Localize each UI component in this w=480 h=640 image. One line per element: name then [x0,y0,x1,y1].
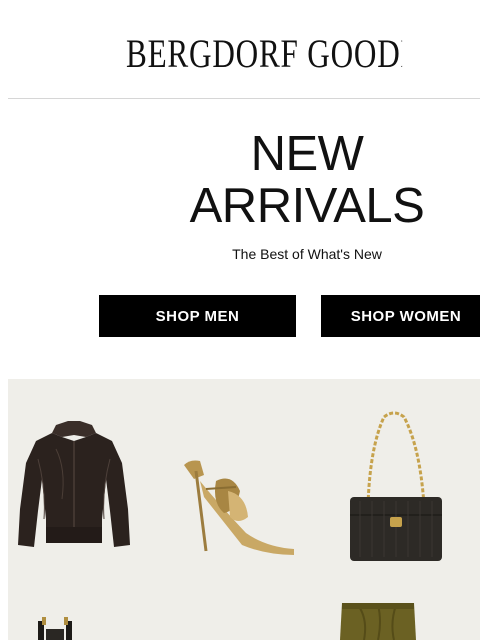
shop-women-button[interactable]: SHOP WOMEN [321,295,480,337]
olive-skirt-image[interactable] [338,601,418,640]
hero-title-line2: ARRIVALS [189,179,425,233]
header: BERGDORF GOODMAN [0,0,480,98]
brand-logo[interactable]: BERGDORF GOODMAN [126,30,402,78]
leather-jacket-image[interactable] [16,419,132,553]
black-gold-item-image[interactable] [32,615,80,640]
hero-title-line1: NEW [250,127,364,181]
gold-sandal-image[interactable] [176,451,300,557]
shop-men-button[interactable]: SHOP MEN [99,295,296,337]
header-divider [8,98,480,99]
hero-title: NEW ARRIVALS [150,128,464,232]
woven-shoulder-bag-image[interactable] [348,407,444,567]
hero-subtitle: The Best of What's New [232,246,382,262]
product-grid [8,379,480,640]
